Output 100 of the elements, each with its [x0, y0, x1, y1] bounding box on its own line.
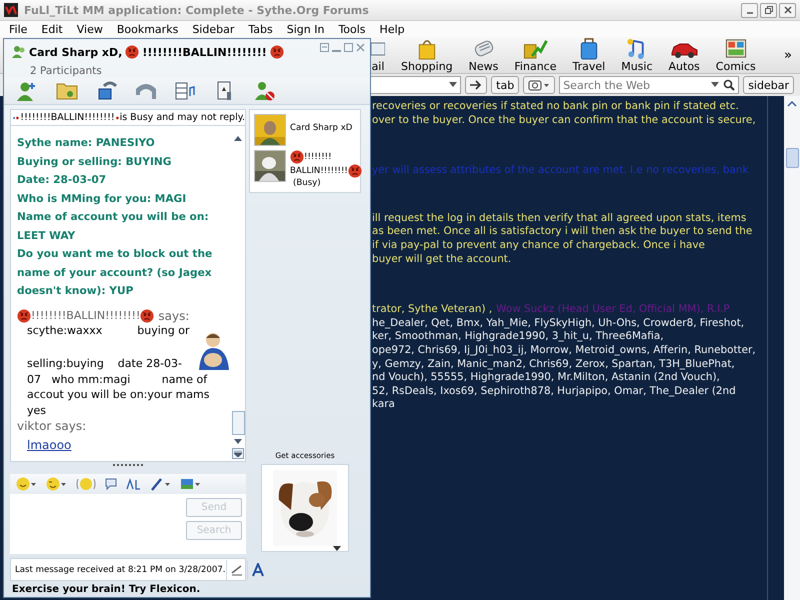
toolbar-button[interactable]: Music [615, 37, 659, 73]
post-text: Wow Suckz (Head User Ed, Official MM), R.I.P [496, 303, 730, 317]
menu-item[interactable]: Tabs [241, 22, 280, 36]
scrollbar[interactable] [784, 96, 800, 600]
menu-item[interactable]: Bookmarks [110, 22, 186, 36]
post-text: 52, RsDeals, Ixos69, Sephiroth878, Hurjapipo, Omar, The_Dealer (2nd [372, 384, 736, 398]
dropdown-icon[interactable] [333, 546, 341, 551]
money-chart-icon [522, 37, 548, 60]
message-line: accout you will be on:your mams [26, 387, 211, 402]
busy-notice: is Busy and may not reply. [120, 112, 246, 123]
computer-phone-icon [96, 80, 118, 102]
participant-name: BALLIN!!!!!!!! [290, 166, 348, 176]
post-text: yer will assess attributes of the account are met. I.e no recoveries, bank [372, 164, 748, 178]
participant-count: 2 Participants [30, 65, 102, 77]
post-text: kara [372, 398, 395, 412]
sidebar-button[interactable]: sidebar [743, 76, 794, 94]
close-icon [356, 43, 365, 52]
post-text: trator, Sythe Veteran) , [372, 303, 492, 317]
paintbrush-icon [150, 477, 172, 491]
participant-name: Card Sharp xD [290, 122, 352, 135]
close-icon [784, 6, 792, 14]
app-icon [4, 3, 18, 17]
scroll-down-icon [234, 439, 242, 444]
participant-name: !!!!!!!! [304, 152, 332, 162]
contact-name: !!!!!!!!BALLIN!!!!!!!! [142, 46, 267, 58]
window-title: FuLl_TiLt MM application: Complete - Sythe.Org Forums [24, 4, 369, 16]
smiley-icon [16, 477, 38, 491]
speech-bubble-icon [104, 477, 118, 491]
says-label: says: [158, 308, 190, 322]
film-icon [174, 80, 196, 102]
scroll-end-icon [234, 450, 242, 456]
search-icon [723, 79, 736, 91]
camera-button[interactable] [523, 76, 556, 94]
tab-button[interactable]: tab [491, 76, 520, 94]
post-text: ker, Smoothman, Highgrade1990, 3_hit_u, Three6Mafia, [372, 330, 664, 344]
post-text: if via pay-pal to prevent any chance of chargeback. Once i have [372, 238, 705, 253]
toolbar-button[interactable]: Autos [662, 37, 706, 73]
search-field[interactable]: Search the Web [559, 76, 740, 94]
post-text: recoveries or recoveries if stated no bank pin or bank pin if stated etc. [372, 100, 739, 114]
contacts-icon [12, 45, 26, 59]
menu-button[interactable] [320, 43, 329, 52]
post-text: buyer will get the account. [372, 252, 512, 266]
toolbar-button[interactable]: News [462, 37, 504, 73]
arrow-icon [470, 80, 482, 90]
go-button[interactable] [465, 76, 488, 94]
menu-item[interactable]: Sidebar [185, 22, 242, 36]
letter-icon [250, 562, 265, 576]
comic-book-icon [724, 37, 748, 60]
participant-status: (Busy) [292, 178, 322, 188]
post-text: he_Dealer, Qet, Bmx, Yah_Mie, FlySkyHigh, Uh-Ohs, Crowder8, Fireshot, [372, 316, 744, 330]
maximize-button[interactable] [344, 43, 353, 52]
post-text: ope972, Chris69, Ij_J0i_h03_ij, Morrow, Metroid_owns, Afferin, Runebotter, [372, 344, 756, 358]
toolbar-button[interactable]: Finance [508, 37, 562, 73]
contact-name: !!!!!!!!BALLIN!!!!!!!! [20, 112, 115, 123]
menu-item[interactable]: Help [372, 22, 412, 36]
message-link[interactable]: lmaooo [27, 438, 72, 452]
restore-icon [764, 6, 772, 14]
scroll-to-end-button[interactable] [232, 448, 244, 459]
conversation-title: Card Sharp xD, [29, 46, 122, 58]
menu-item[interactable]: Sign In [280, 22, 332, 36]
add-person-icon [16, 80, 38, 102]
scroll-thumb[interactable] [786, 148, 798, 168]
smiley-icon [76, 477, 96, 491]
dropdown-icon [711, 82, 720, 88]
pen-icon [230, 562, 244, 576]
post-text: ill request the log in details then verify that all agreed upon stats, items [372, 212, 746, 226]
more-chevron[interactable]: » [784, 48, 792, 62]
scroll-thumb[interactable] [232, 411, 244, 435]
toolbar-button[interactable]: Shopping [395, 37, 459, 73]
post-text: as been met. Once all is satisfactory i will then ask the buyer to send the [372, 225, 752, 239]
sender-name: !!!!!!!!BALLIN!!!!!!!! [31, 309, 140, 322]
ad-link[interactable]: Exercise your brain! Try Flexicon. [4, 581, 370, 597]
post-text: over to the buyer. Once the buyer can confirm that the account is secure, [372, 114, 756, 128]
message-line: scythe:waxxx buying or [26, 322, 191, 338]
message-line: doesn't know): YUP [17, 284, 134, 299]
message-line: Who is MMing for you: MAGI [17, 192, 188, 206]
toolbar-button[interactable]: ail [371, 37, 391, 73]
toolbar-button[interactable]: Travel [566, 37, 612, 73]
message-line: 07 who mm:magi name of [26, 372, 208, 387]
message-line: Date: 28-03-07 [17, 173, 108, 188]
message-line: Buying or selling: BUYING [17, 154, 172, 170]
font-icon [126, 477, 142, 491]
background-image-icon [180, 477, 202, 491]
toolbar-button[interactable]: Comics [710, 37, 762, 73]
menu-item[interactable]: View [70, 22, 110, 36]
menu-item[interactable]: Edit [34, 22, 70, 36]
close-button[interactable] [779, 2, 796, 18]
camera-icon [528, 79, 550, 91]
restore-button[interactable] [760, 2, 777, 18]
sender-name: viktor says: [17, 418, 88, 434]
message-line: selling:buying date 28-03- [26, 356, 184, 372]
message-line: LEET WAY [17, 228, 76, 244]
call-button[interactable] [133, 81, 159, 101]
status-text: Last message received at 8:21 PM on 3/28/2007. [14, 564, 226, 574]
minimize-button[interactable] [741, 2, 758, 18]
animation-button[interactable] [74, 477, 98, 491]
menu-item[interactable]: File [2, 22, 34, 36]
menu-icon [320, 43, 329, 52]
minimize-icon [332, 50, 341, 52]
menu-item[interactable]: Tools [331, 22, 373, 36]
